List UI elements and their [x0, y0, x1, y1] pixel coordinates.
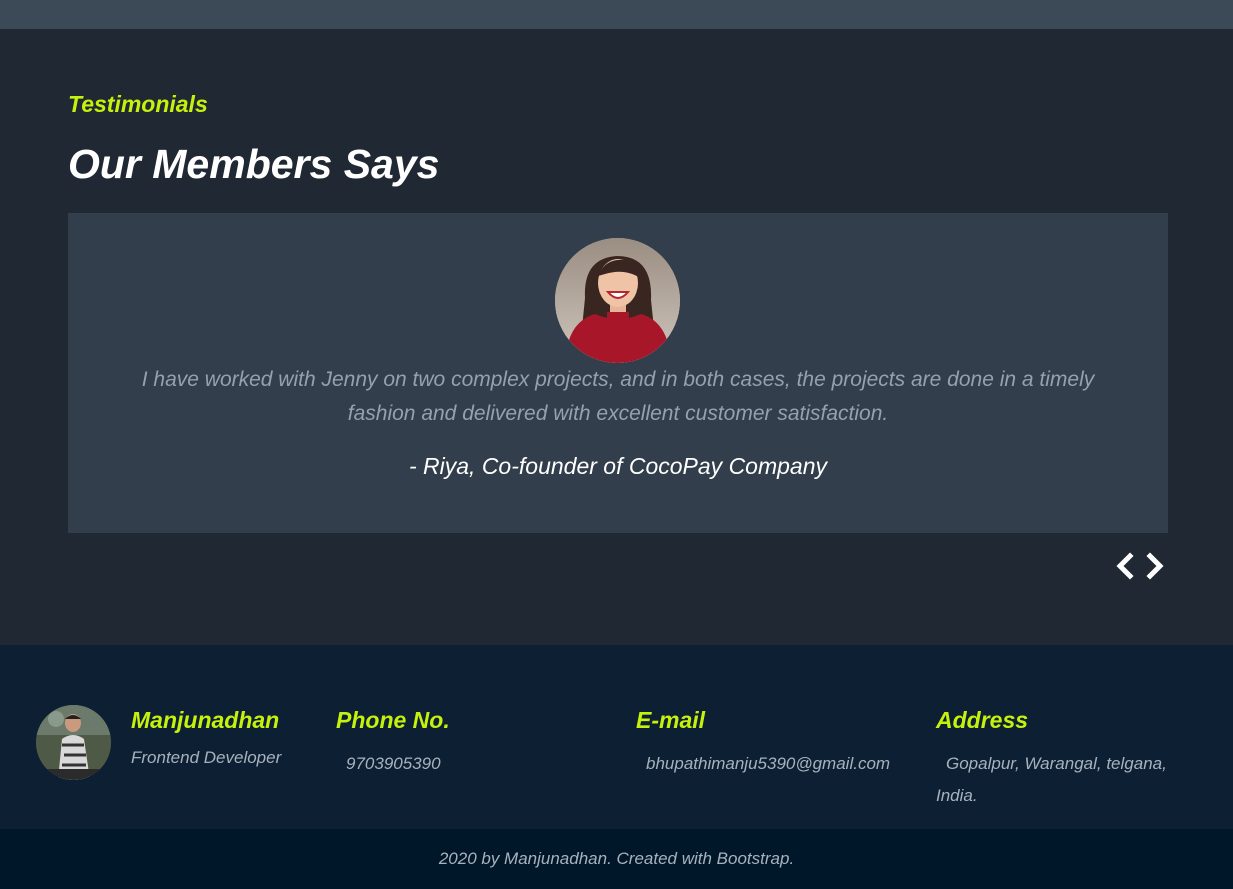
testimonial-author: - Riya, Co-founder of CocoPay Company: [408, 453, 828, 479]
footer: Manjunadhan Frontend Developer Phone No.…: [0, 645, 1233, 829]
address-heading: Address: [936, 707, 1029, 733]
profile-role: Frontend Developer: [131, 748, 282, 767]
phone-value[interactable]: 9703905390: [346, 748, 441, 780]
profile-name: Manjunadhan: [131, 707, 280, 733]
copyright-bar: 2020 by Manjunadhan. Created with Bootst…: [0, 829, 1233, 889]
email-link[interactable]: bhupathimanju5390@gmail.com: [646, 748, 890, 780]
testimonial-avatar: [555, 238, 680, 363]
chevron-left-icon: [1116, 552, 1134, 580]
address-line-1: Gopalpur, Warangal, telgana,: [946, 754, 1167, 773]
section-eyebrow: Testimonials: [68, 91, 208, 117]
phone-heading: Phone No.: [336, 707, 450, 733]
email-heading: E-mail: [636, 707, 706, 733]
address-line-2: India.: [936, 786, 978, 805]
profile-avatar: [36, 705, 111, 780]
testimonial-card: I have worked with Jenny on two complex …: [68, 213, 1168, 533]
testimonials-section: Testimonials Our Members Says I have wor…: [0, 29, 1233, 645]
testimonial-quote: I have worked with Jenny on two complex …: [141, 368, 1095, 425]
top-bar: [0, 0, 1233, 29]
copyright-text: 2020 by Manjunadhan. Created with Bootst…: [438, 849, 795, 868]
carousel-prev-button[interactable]: [1112, 551, 1138, 581]
section-title: Our Members Says: [68, 141, 440, 187]
carousel-next-button[interactable]: [1142, 551, 1168, 581]
chevron-right-icon: [1146, 552, 1164, 580]
